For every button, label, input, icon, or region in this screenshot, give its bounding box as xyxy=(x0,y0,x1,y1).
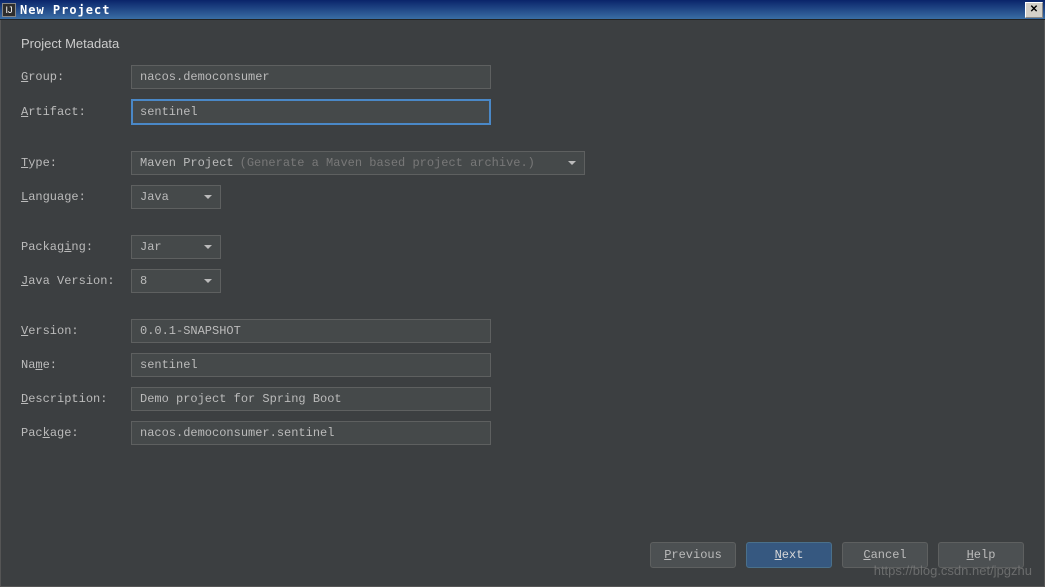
help-button[interactable]: Help xyxy=(938,542,1024,568)
section-title: Project Metadata xyxy=(21,36,1024,51)
type-value: Maven Project xyxy=(140,156,234,170)
chevron-down-icon xyxy=(204,195,212,199)
label-version: Version: xyxy=(21,324,131,338)
description-input[interactable] xyxy=(131,387,491,411)
package-input[interactable] xyxy=(131,421,491,445)
label-artifact: Artifact: xyxy=(21,105,131,119)
row-packaging: Packaging: Jar xyxy=(21,235,1024,259)
artifact-input[interactable] xyxy=(131,99,491,125)
row-type: Type: Maven Project (Generate a Maven bas… xyxy=(21,151,1024,175)
java-version-value: 8 xyxy=(140,274,147,288)
label-name: Name: xyxy=(21,358,131,372)
app-icon: IJ xyxy=(2,3,16,17)
chevron-down-icon xyxy=(204,245,212,249)
language-value: Java xyxy=(140,190,169,204)
chevron-down-icon xyxy=(568,161,576,165)
row-version: Version: xyxy=(21,319,1024,343)
close-button[interactable]: ✕ xyxy=(1025,2,1043,18)
next-button[interactable]: Next xyxy=(746,542,832,568)
type-select[interactable]: Maven Project (Generate a Maven based pro… xyxy=(131,151,585,175)
name-input[interactable] xyxy=(131,353,491,377)
packaging-value: Jar xyxy=(140,240,162,254)
row-java-version: Java Version: 8 xyxy=(21,269,1024,293)
packaging-select[interactable]: Jar xyxy=(131,235,221,259)
window-title: New Project xyxy=(20,3,1023,17)
row-package: Package: xyxy=(21,421,1024,445)
previous-button[interactable]: Previous xyxy=(650,542,736,568)
language-select[interactable]: Java xyxy=(131,185,221,209)
label-java-version: Java Version: xyxy=(21,274,131,288)
label-group: Group: xyxy=(21,70,131,84)
chevron-down-icon xyxy=(204,279,212,283)
type-hint: (Generate a Maven based project archive.… xyxy=(240,156,535,170)
group-input[interactable] xyxy=(131,65,491,89)
cancel-button[interactable]: Cancel xyxy=(842,542,928,568)
row-language: Language: Java xyxy=(21,185,1024,209)
label-type: Type: xyxy=(21,156,131,170)
button-bar: Previous Next Cancel Help xyxy=(650,542,1024,568)
version-input[interactable] xyxy=(131,319,491,343)
row-group: Group: xyxy=(21,65,1024,89)
label-language: Language: xyxy=(21,190,131,204)
row-artifact: Artifact: xyxy=(21,99,1024,125)
java-version-select[interactable]: 8 xyxy=(131,269,221,293)
dialog-content: Project Metadata Group: Artifact: Type: … xyxy=(0,20,1045,587)
row-name: Name: xyxy=(21,353,1024,377)
label-description: Description: xyxy=(21,392,131,406)
titlebar: IJ New Project ✕ xyxy=(0,0,1045,20)
label-package: Package: xyxy=(21,426,131,440)
label-packaging: Packaging: xyxy=(21,240,131,254)
row-description: Description: xyxy=(21,387,1024,411)
